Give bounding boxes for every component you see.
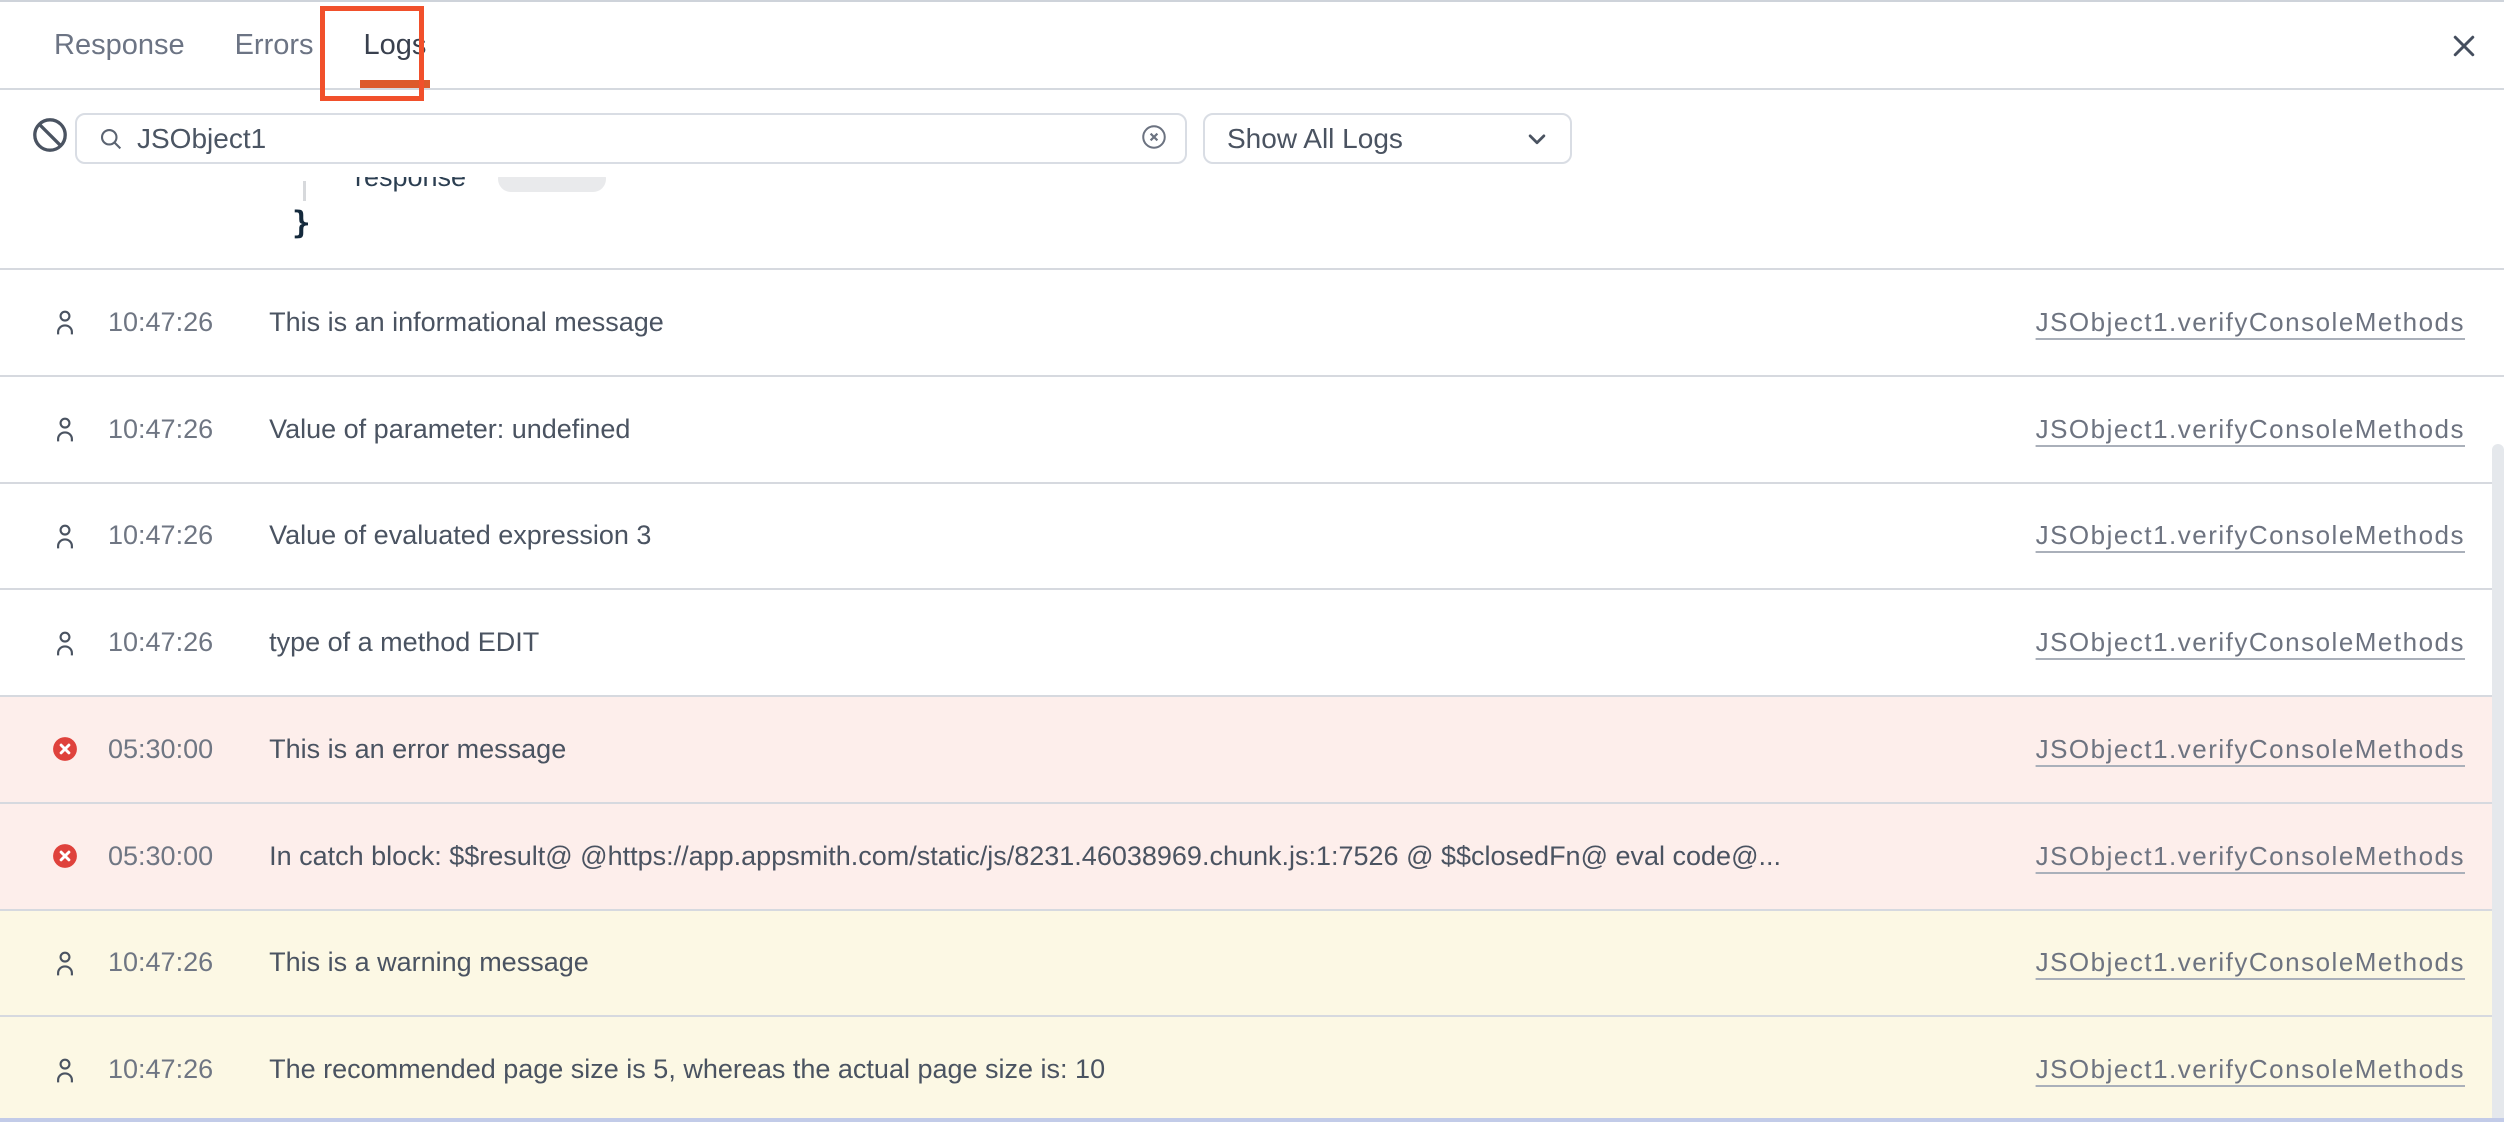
log-filter-value: Show All Logs	[1227, 123, 1403, 155]
user-icon	[52, 522, 78, 550]
value-pill	[498, 177, 606, 192]
circle-x-icon	[1139, 122, 1169, 152]
log-message: This is an error message	[269, 734, 2005, 765]
error-icon	[52, 736, 78, 762]
user-icon	[52, 629, 78, 657]
log-row[interactable]: 10:47:26 The recommended page size is 5,…	[0, 1015, 2504, 1122]
logs-toolbar: Show All Logs	[0, 92, 2504, 177]
log-timestamp: 05:30:00	[108, 734, 213, 765]
log-filter-select[interactable]: Show All Logs	[1203, 113, 1572, 164]
close-button[interactable]	[2444, 26, 2484, 66]
tab-logs[interactable]: Logs	[358, 2, 433, 88]
log-timestamp: 05:30:00	[108, 841, 213, 872]
log-severity-icon-slot	[52, 735, 78, 763]
closing-brace: }	[292, 205, 311, 241]
log-severity-icon-slot	[52, 629, 78, 657]
log-row[interactable]: 10:47:26 This is an informational messag…	[0, 268, 2504, 375]
log-message: The recommended page size is 5, whereas …	[269, 1054, 2005, 1085]
log-timestamp: 10:47:26	[108, 1054, 213, 1085]
log-source-link[interactable]: JSObject1.verifyConsoleMethods	[2036, 734, 2465, 765]
log-row[interactable]: 10:47:26 This is a warning message JSObj…	[0, 909, 2504, 1016]
scrollbar-thumb[interactable]	[2492, 444, 2504, 1122]
log-severity-icon-slot	[52, 308, 78, 336]
log-message: This is a warning message	[269, 947, 2005, 978]
log-message: Value of parameter: undefined	[269, 414, 2005, 445]
ban-icon	[31, 116, 69, 154]
log-source-link[interactable]: JSObject1.verifyConsoleMethods	[2036, 947, 2465, 978]
log-message: In catch block: $$result@ @https://app.a…	[269, 841, 2005, 872]
log-source-link[interactable]: JSObject1.verifyConsoleMethods	[2036, 520, 2465, 551]
user-icon	[52, 308, 78, 336]
log-row[interactable]: 05:30:00 This is an error message JSObje…	[0, 695, 2504, 802]
search-input[interactable]	[137, 123, 1137, 155]
log-row[interactable]: 10:47:26 type of a method EDIT JSObject1…	[0, 588, 2504, 695]
log-severity-icon-slot	[52, 949, 78, 977]
user-icon	[52, 1056, 78, 1084]
tab-errors-label: Errors	[235, 29, 314, 62]
log-row[interactable]: 10:47:26 Value of evaluated expression 3…	[0, 482, 2504, 589]
log-row[interactable]: 10:47:26 Value of parameter: undefined J…	[0, 375, 2504, 482]
debugger-panel: Response Errors Logs	[0, 0, 2504, 1122]
tab-response-label: Response	[54, 29, 185, 62]
search-box	[75, 113, 1187, 164]
log-severity-icon-slot	[52, 415, 78, 443]
chevron-down-icon	[1522, 124, 1552, 154]
clear-logs-button[interactable]	[30, 116, 70, 156]
log-timestamp: 10:47:26	[108, 414, 213, 445]
tab-errors[interactable]: Errors	[229, 2, 320, 88]
tab-response[interactable]: Response	[48, 2, 191, 88]
clear-search-button[interactable]	[1137, 122, 1171, 156]
log-timestamp: 10:47:26	[108, 307, 213, 338]
user-icon	[52, 949, 78, 977]
log-message: This is an informational message	[269, 307, 2005, 338]
error-icon	[52, 843, 78, 869]
log-message: type of a method EDIT	[269, 627, 2005, 658]
log-source-link[interactable]: JSObject1.verifyConsoleMethods	[2036, 1054, 2465, 1085]
response-key[interactable]: response	[355, 177, 466, 193]
log-source-link[interactable]: JSObject1.verifyConsoleMethods	[2036, 841, 2465, 872]
log-source-link[interactable]: JSObject1.verifyConsoleMethods	[2036, 627, 2465, 658]
user-icon	[52, 415, 78, 443]
active-tab-underline	[360, 80, 430, 88]
log-source-link[interactable]: JSObject1.verifyConsoleMethods	[2036, 414, 2465, 445]
log-severity-icon-slot	[52, 842, 78, 870]
log-source-link[interactable]: JSObject1.verifyConsoleMethods	[2036, 307, 2465, 338]
log-message: Value of evaluated expression 3	[269, 520, 2005, 551]
log-timestamp: 10:47:26	[108, 627, 213, 658]
log-list: 10:47:26 This is an informational messag…	[0, 268, 2504, 1122]
log-row[interactable]: 05:30:00 In catch block: $$result@ @http…	[0, 802, 2504, 909]
log-severity-icon-slot	[52, 522, 78, 550]
log-severity-icon-slot	[52, 1056, 78, 1084]
response-preview-clipped: response }	[0, 177, 2504, 268]
tab-logs-label: Logs	[364, 29, 427, 62]
tree-indent-line	[303, 181, 306, 201]
close-icon	[2449, 31, 2479, 61]
log-timestamp: 10:47:26	[108, 520, 213, 551]
search-icon	[97, 125, 125, 153]
window-bottom-edge	[0, 1118, 2504, 1122]
tab-bar: Response Errors Logs	[0, 2, 2504, 88]
debugger-header: Response Errors Logs	[0, 0, 2504, 90]
log-timestamp: 10:47:26	[108, 947, 213, 978]
